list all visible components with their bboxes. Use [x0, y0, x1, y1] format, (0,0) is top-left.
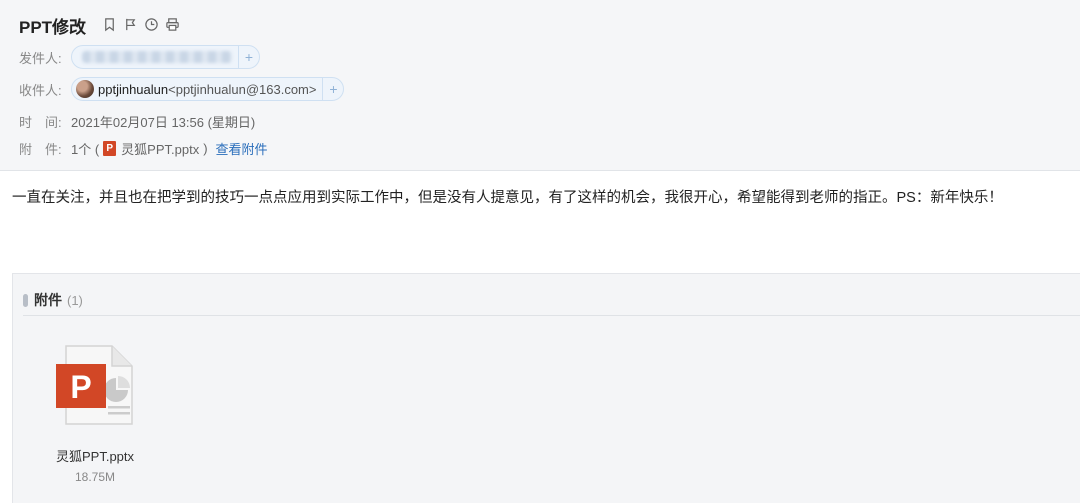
- attachment-panel-header: 附件 (1): [23, 285, 1080, 316]
- attachment-panel-count: (1): [67, 292, 83, 308]
- bookmark-icon[interactable]: [100, 15, 118, 33]
- avatar: [76, 80, 94, 98]
- section-marker-icon: [23, 293, 28, 307]
- attachment-row: 附 件: 1个 ( P 灵狐PPT.pptx ) 查看附件: [19, 139, 268, 158]
- subject-actions: [100, 15, 181, 33]
- flag-icon[interactable]: [121, 15, 139, 33]
- sender-address-blurred: [82, 51, 232, 63]
- print-icon[interactable]: [163, 15, 181, 33]
- attachment-close-paren: ): [203, 141, 208, 156]
- mail-subject: PPT修改: [19, 18, 87, 37]
- attachment-label: 附 件:: [19, 142, 62, 157]
- pptx-file-icon: P: [54, 344, 136, 426]
- to-label: 收件人:: [19, 82, 62, 98]
- to-row: 收件人: pptjinhualun <pptjinhualun@163.com>…: [19, 77, 345, 101]
- attachment-count: 1个 (: [71, 142, 100, 157]
- time-value: 2021年02月07日 13:56 (星期日): [71, 115, 256, 130]
- from-row: 发件人: +: [19, 45, 260, 69]
- view-attachment-link[interactable]: 查看附件: [216, 139, 268, 158]
- attachment-filename[interactable]: 灵狐PPT.pptx: [121, 139, 199, 158]
- attachment-inline: 1个 ( P 灵狐PPT.pptx ) 查看附件: [71, 139, 268, 158]
- sender-chip[interactable]: +: [71, 45, 260, 69]
- recipient-email: <pptjinhualun@163.com>: [168, 81, 317, 97]
- add-recipient-icon[interactable]: +: [322, 78, 343, 100]
- recipient-name: pptjinhualun: [98, 81, 169, 97]
- ppt-file-icon: P: [103, 141, 117, 156]
- recipient-chip[interactable]: pptjinhualun <pptjinhualun@163.com> +: [71, 77, 345, 101]
- time-row: 时 间: 2021年02月07日 13:56 (星期日): [19, 112, 255, 131]
- svg-text:P: P: [70, 369, 91, 405]
- attachment-card-filename[interactable]: 灵狐PPT.pptx: [45, 446, 145, 465]
- mail-header: PPT修改 发件人: + 收件人: pptjinhualun <pptjinhu…: [0, 0, 1080, 171]
- attachment-panel-title: 附件: [34, 292, 62, 308]
- add-sender-icon[interactable]: +: [238, 46, 259, 68]
- time-label: 时 间:: [19, 115, 62, 130]
- mail-body: 一直在关注，并且也在把学到的技巧一点点应用到实际工作中，但是没有人提意见，有了这…: [12, 190, 1003, 206]
- attachment-card-size: 18.75M: [74, 470, 116, 484]
- from-label: 发件人:: [19, 50, 62, 66]
- attachment-card[interactable]: P 灵狐PPT.pptx 18.75M: [45, 344, 145, 484]
- clock-icon[interactable]: [142, 15, 160, 33]
- attachment-panel: 附件 (1) P 灵狐PPT.pptx 18.75M: [12, 273, 1080, 503]
